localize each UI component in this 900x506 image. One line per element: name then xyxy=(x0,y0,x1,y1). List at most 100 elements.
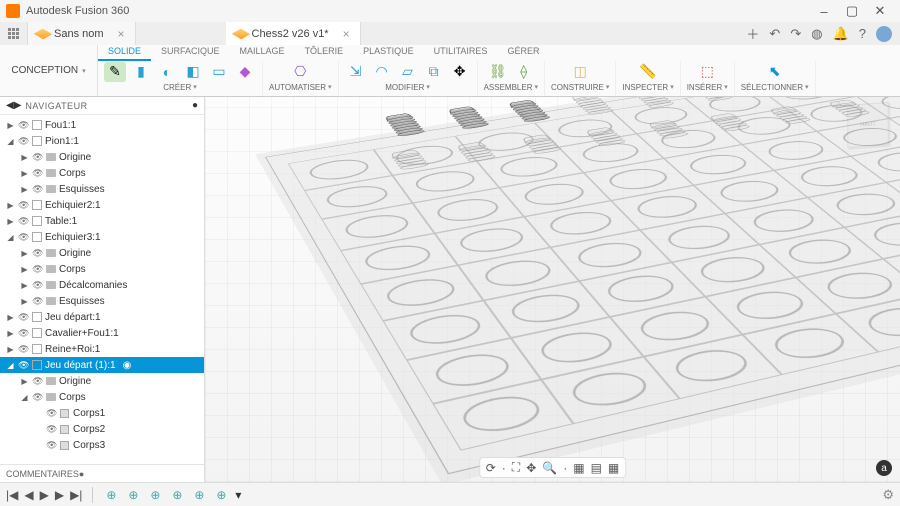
visibility-icon[interactable]: 👁 xyxy=(18,312,28,323)
timeline-first[interactable]: |◀ xyxy=(6,488,18,502)
tree-node[interactable]: ▶👁Décalcomanies xyxy=(0,277,204,293)
timeline-marker[interactable]: ▾ xyxy=(235,488,241,502)
visibility-icon[interactable]: 👁 xyxy=(46,424,56,435)
zoom-tool[interactable]: 🔍 xyxy=(542,460,557,475)
visibility-icon[interactable]: 👁 xyxy=(32,296,42,307)
expand-icon[interactable]: ▶ xyxy=(20,185,29,194)
tree-node[interactable]: ◢👁Echiquier3:1 xyxy=(0,229,204,245)
help-button[interactable]: ? xyxy=(859,26,866,41)
timeline-prev[interactable]: ◀ xyxy=(24,488,33,502)
expand-icon[interactable]: ▶ xyxy=(20,153,29,162)
redo-button[interactable]: ↷ xyxy=(790,26,801,42)
visibility-icon[interactable]: 👁 xyxy=(18,120,28,131)
expand-icon[interactable]: ▶ xyxy=(6,329,15,338)
pan-tool[interactable]: ✥ xyxy=(526,460,536,475)
move-tool[interactable]: ✥ xyxy=(449,62,471,82)
expand-icon[interactable]: ▶ xyxy=(20,265,29,274)
browser-collapse[interactable]: ◀▶ xyxy=(6,100,21,111)
visibility-icon[interactable]: 👁 xyxy=(18,232,28,243)
timeline-settings[interactable]: ⚙ xyxy=(882,487,894,503)
visibility-icon[interactable]: 👁 xyxy=(32,184,42,195)
tree-node[interactable]: 👁Corps1 xyxy=(0,405,204,421)
combine-tool[interactable]: ⧉ xyxy=(423,62,445,82)
expand-icon[interactable]: ▶ xyxy=(6,121,15,130)
ribbon-tab-tolerie[interactable]: TÔLERIE xyxy=(295,45,354,61)
timeline-play[interactable]: ▶ xyxy=(40,488,49,502)
expand-icon[interactable]: ◢ xyxy=(6,137,15,146)
visibility-icon[interactable]: 👁 xyxy=(32,168,42,179)
expand-icon[interactable]: ▶ xyxy=(20,281,29,290)
expand-icon[interactable]: ▶ xyxy=(6,345,15,354)
fillet-tool[interactable]: ◠ xyxy=(371,62,393,82)
tree-node[interactable]: ▶👁Jeu départ:1 xyxy=(0,309,204,325)
box-tool[interactable]: ◧ xyxy=(182,62,204,82)
visibility-icon[interactable]: 👁 xyxy=(32,248,42,259)
revolve-tool[interactable]: ◐ xyxy=(156,62,178,82)
expand-icon[interactable]: ▶ xyxy=(20,249,29,258)
tree-node[interactable]: 👁Corps2 xyxy=(0,421,204,437)
visibility-icon[interactable]: 👁 xyxy=(32,264,42,275)
press-pull-tool[interactable]: ⇲ xyxy=(345,62,367,82)
expand-icon[interactable]: ▶ xyxy=(20,377,29,386)
close-tab-icon[interactable]: × xyxy=(343,27,350,41)
ribbon-tab-utilitaires[interactable]: UTILITAIRES xyxy=(424,45,498,61)
sketch-tool[interactable]: ✎ xyxy=(104,62,126,82)
form-tool[interactable]: ◆ xyxy=(234,62,256,82)
visibility-icon[interactable]: 👁 xyxy=(18,200,28,211)
look-at-tool[interactable]: ⛶ xyxy=(512,460,520,475)
fusion-badge[interactable]: a xyxy=(876,460,892,476)
window-close[interactable]: ✕ xyxy=(866,1,894,21)
tree-node[interactable]: ▶👁Esquisses xyxy=(0,293,204,309)
joint-tool[interactable]: ⛓ xyxy=(487,62,509,82)
extensions-button[interactable]: ◍ xyxy=(811,26,822,42)
ribbon-tab-solide[interactable]: SOLIDE xyxy=(98,45,151,61)
tree-node[interactable]: 👁Corps3 xyxy=(0,437,204,453)
close-tab-icon[interactable]: × xyxy=(118,27,125,41)
active-component-icon[interactable]: ◉ xyxy=(123,360,132,371)
notifications-button[interactable]: 🔔 xyxy=(833,26,849,42)
tree-node[interactable]: ▶👁Reine+Roi:1 xyxy=(0,341,204,357)
ribbon-tab-gerer[interactable]: GÉRER xyxy=(497,45,549,61)
timeline-feature[interactable]: ⊕ xyxy=(103,487,119,503)
expand-icon[interactable]: ▶ xyxy=(6,313,15,322)
document-tab-0[interactable]: Sans nom × xyxy=(28,22,136,45)
ribbon-tab-plastique[interactable]: PLASTIQUE xyxy=(353,45,424,61)
timeline-feature[interactable]: ⊕ xyxy=(125,487,141,503)
display-settings[interactable]: ▦ xyxy=(573,460,584,475)
tree-node[interactable]: ▶👁Origine xyxy=(0,245,204,261)
new-design-button[interactable]: ＋ xyxy=(746,24,759,43)
expand-icon[interactable]: ▶ xyxy=(20,297,29,306)
grid-settings[interactable]: ▤ xyxy=(591,460,602,475)
window-minimize[interactable]: – xyxy=(810,1,838,21)
viewports-button[interactable]: ▦ xyxy=(608,460,619,475)
timeline-feature[interactable]: ⊕ xyxy=(169,487,185,503)
select-tool[interactable]: ⬉ xyxy=(764,62,786,82)
data-panel-toggle[interactable] xyxy=(0,22,28,45)
timeline-next[interactable]: ▶ xyxy=(55,488,64,502)
cylinder-tool[interactable]: ▭ xyxy=(208,62,230,82)
insert-tool[interactable]: ⬚ xyxy=(696,62,718,82)
tree-node[interactable]: ◢👁Pion1:1 xyxy=(0,133,204,149)
tree-node[interactable]: ▶👁Fou1:1 xyxy=(0,117,204,133)
automate-tool[interactable]: ⎔ xyxy=(289,62,311,82)
expand-icon[interactable]: ◢ xyxy=(20,393,29,402)
ribbon-tab-maillage[interactable]: MAILLAGE xyxy=(230,45,295,61)
visibility-icon[interactable]: 👁 xyxy=(32,280,42,291)
expand-icon[interactable]: ▶ xyxy=(6,201,15,210)
comments-options[interactable]: ● xyxy=(79,469,84,479)
chess-board-model[interactable] xyxy=(265,97,900,474)
visibility-icon[interactable]: 👁 xyxy=(18,344,28,355)
visibility-icon[interactable]: 👁 xyxy=(46,440,56,451)
browser-options[interactable]: ● xyxy=(192,100,198,111)
window-maximize[interactable]: ▢ xyxy=(838,1,866,21)
user-avatar[interactable] xyxy=(876,26,892,42)
tree-node[interactable]: ▶👁Echiquier2:1 xyxy=(0,197,204,213)
document-tab-1[interactable]: Chess2 v26 v1* × xyxy=(226,22,361,45)
visibility-icon[interactable]: 👁 xyxy=(32,152,42,163)
timeline-feature[interactable]: ⊕ xyxy=(213,487,229,503)
tree-node[interactable]: ▶👁Origine xyxy=(0,149,204,165)
expand-icon[interactable]: ◢ xyxy=(6,361,15,370)
tree-node[interactable]: ◢👁Corps xyxy=(0,389,204,405)
tree-node[interactable]: ▶👁Corps xyxy=(0,165,204,181)
visibility-icon[interactable]: 👁 xyxy=(18,360,28,371)
